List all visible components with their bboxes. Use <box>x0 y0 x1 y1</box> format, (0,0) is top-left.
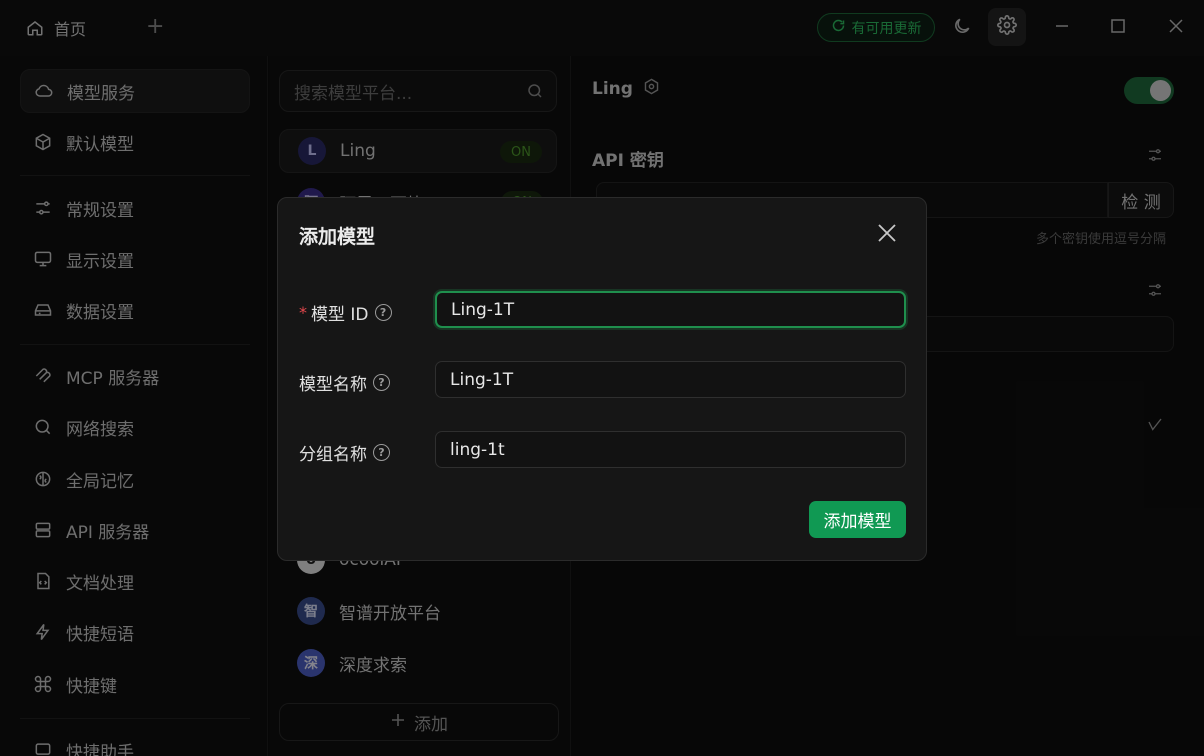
required-mark: * <box>299 303 307 322</box>
help-icon[interactable]: ? <box>373 444 390 461</box>
help-icon[interactable]: ? <box>373 374 390 391</box>
dialog-close-button[interactable] <box>876 222 900 246</box>
field-label-text: 模型 ID <box>311 305 369 325</box>
dialog-title: 添加模型 <box>299 226 376 248</box>
add-model-dialog: 添加模型 * 模型 ID ? Ling-1T 模型名称 ? Ling-1T 分组… <box>277 197 927 561</box>
field-label-text: 分组名称 <box>299 445 367 465</box>
field-label-text: 模型名称 <box>299 375 367 395</box>
model-name-value: Ling-1T <box>450 369 514 390</box>
group-name-label: 分组名称 ? <box>299 440 390 465</box>
group-name-input[interactable]: ling-1t <box>435 431 906 468</box>
model-id-input[interactable]: Ling-1T <box>435 291 906 328</box>
close-icon <box>876 224 898 248</box>
group-name-value: ling-1t <box>450 439 505 460</box>
model-name-label: 模型名称 ? <box>299 370 390 395</box>
model-name-input[interactable]: Ling-1T <box>435 361 906 398</box>
model-id-value: Ling-1T <box>451 299 515 320</box>
help-icon[interactable]: ? <box>374 304 392 321</box>
add-model-submit-button[interactable]: 添加模型 <box>809 501 906 538</box>
model-id-label: * 模型 ID ? <box>299 300 392 325</box>
